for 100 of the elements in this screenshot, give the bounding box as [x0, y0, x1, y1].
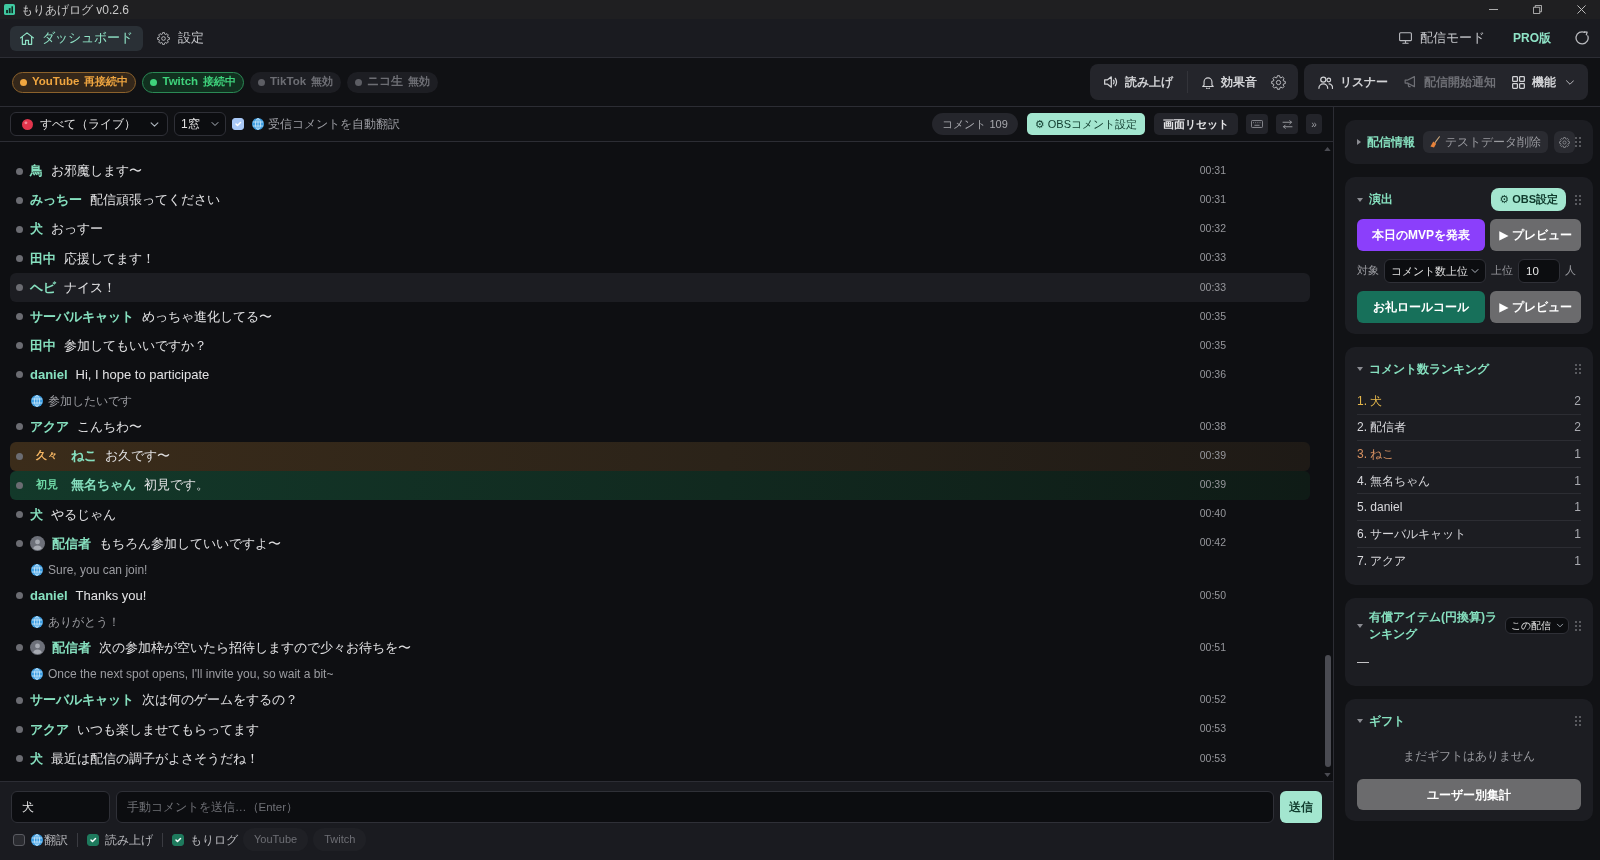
chat-message[interactable]: 鳥 お邪魔します〜 00:31 [10, 156, 1310, 186]
caret-down-icon[interactable] [1357, 719, 1363, 724]
globe-icon [31, 668, 43, 681]
pro-plan-button[interactable]: PRO版 [1513, 29, 1551, 47]
caret-down-icon[interactable] [1357, 367, 1363, 371]
name-field[interactable]: 犬 [11, 791, 110, 823]
reset-button[interactable]: 画面リセット [1154, 113, 1238, 135]
more-button[interactable]: » [1306, 114, 1322, 134]
platform-name: YouTube [32, 74, 80, 90]
bullet-icon [16, 696, 23, 704]
chat-message[interactable]: 久々 ねこ お久です〜 00:39 [10, 441, 1310, 471]
obs-settings-button[interactable]: ⚙ OBS設定 [1491, 188, 1566, 211]
platform-status: 接続中 [203, 74, 237, 90]
auto-translate-checkbox[interactable] [232, 118, 244, 130]
comment-field[interactable]: 手動コメントを送信…（Enter） [116, 791, 1274, 823]
grip-icon[interactable] [1575, 194, 1581, 205]
user-name: ヘビ [30, 278, 56, 297]
settings-icon[interactable] [1271, 74, 1286, 90]
top-count-field[interactable]: 10 [1518, 259, 1560, 283]
section-title[interactable]: 配信情報 [1367, 133, 1415, 151]
caret-down-icon[interactable] [1357, 623, 1363, 628]
clear-test-data-button[interactable]: テストデータ削除 [1423, 131, 1548, 153]
chat-message[interactable]: 配信者 次の参加枠が空いたら招待しますので少々お待ちを〜 00:51 [10, 633, 1310, 663]
message-text: ナイス！ [64, 278, 116, 297]
status-dot-icon [20, 78, 27, 86]
ranking-count: 2 [1574, 419, 1581, 437]
chat-message[interactable]: 犬 やるじゃん 00:40 [10, 499, 1310, 529]
chat-message[interactable]: アクア いつも楽しませてもらってます 00:53 [10, 714, 1310, 744]
stream-mode-button[interactable]: 配信モード [1399, 28, 1485, 48]
read-aloud-checkbox[interactable] [87, 833, 99, 846]
message-time: 00:39 [1199, 448, 1226, 464]
section-title[interactable]: コメント数ランキング [1369, 360, 1489, 378]
user-name: 犬 [30, 749, 43, 768]
user-name: サーバルキャット [30, 691, 134, 710]
caret-right-icon[interactable] [1357, 139, 1361, 145]
swap-arrows-icon [1281, 119, 1293, 129]
features-button[interactable]: 機能 [1504, 67, 1582, 97]
log-label: もりログ [190, 831, 238, 849]
ranking-count: 1 [1574, 499, 1581, 517]
chat-message[interactable]: サーバルキャット 次は何のゲームをするの？ 00:52 [10, 685, 1310, 715]
message-text: 配信頑張ってください [90, 191, 220, 210]
keyboard-button[interactable] [1246, 114, 1268, 134]
sound-effects-button[interactable]: 効果音 [1194, 67, 1265, 97]
preview-button[interactable]: ▶ プレビュー [1490, 291, 1581, 323]
bullet-icon [16, 371, 23, 379]
translate-checkbox[interactable] [13, 833, 25, 846]
chat-message[interactable]: 犬 おっすー 00:32 [10, 214, 1310, 244]
grip-icon[interactable] [1575, 137, 1581, 147]
restore-icon[interactable] [1532, 5, 1542, 14]
announce-mvp-button[interactable]: 本日のMVPを発表 [1357, 219, 1485, 251]
message-text: めっちゃ進化してる〜 [142, 307, 272, 326]
chat-message[interactable]: 犬 最近は配信の調子がよさそうだね！ 00:53 [10, 743, 1310, 773]
window-count-select[interactable]: 1窓 [174, 112, 226, 136]
message-text: 次は何のゲームをするの？ [142, 691, 298, 710]
listeners-button[interactable]: リスナー [1310, 67, 1396, 97]
grip-icon[interactable] [1575, 364, 1581, 374]
minimize-icon[interactable] [1488, 9, 1498, 10]
status-dot-icon [258, 78, 266, 86]
chat-message[interactable]: みっちー 配信頑張ってください 00:31 [10, 185, 1310, 215]
target-select[interactable]: コメント数上位 [1384, 259, 1486, 283]
ranking-count: 1 [1574, 525, 1581, 543]
nav-tab[interactable]: 設定 [147, 25, 214, 51]
preview-button[interactable]: ▶ プレビュー [1490, 219, 1581, 251]
section-title[interactable]: ギフト [1369, 712, 1405, 730]
chat-message[interactable]: サーバルキャット めっちゃ進化してる〜 00:35 [10, 301, 1310, 332]
globe-icon [31, 833, 43, 846]
bullet-icon [16, 452, 23, 460]
refresh-icon[interactable] [1575, 30, 1590, 46]
chat-message[interactable]: daniel Thanks you! 00:50 [10, 581, 1310, 611]
scope-select[interactable]: この配信 [1505, 617, 1569, 635]
bullet-icon [16, 283, 23, 291]
message-time: 00:38 [1199, 419, 1226, 435]
obs-settings-button[interactable]: ⚙ OBSコメント設定 [1026, 113, 1145, 135]
grip-icon[interactable] [1575, 716, 1581, 727]
caret-down-icon[interactable] [1357, 197, 1363, 202]
roll-call-button[interactable]: お礼ロールコール [1357, 291, 1485, 323]
read-aloud-button[interactable]: 読み上げ [1096, 67, 1181, 97]
chat-message[interactable]: 田中 参加してもいいですか？ 00:35 [10, 331, 1310, 361]
log-checkbox[interactable] [172, 833, 184, 846]
section-title[interactable]: 有償アイテム(円換算)ランキング [1369, 609, 1499, 643]
swap-button[interactable] [1276, 114, 1298, 134]
source-select[interactable]: すべて（ライブ） [10, 112, 168, 136]
nav-tab[interactable]: ダッシュボード [10, 25, 143, 51]
grip-icon[interactable] [1575, 620, 1581, 631]
settings-button[interactable] [1554, 131, 1575, 153]
section-title[interactable]: 演出 [1369, 191, 1393, 208]
chat-message[interactable]: 田中 応援してます！ 00:33 [10, 243, 1310, 273]
platform-status: 再接続中 [84, 74, 129, 90]
chat-message[interactable]: アクア こんちわ〜 00:38 [10, 412, 1310, 442]
chat-message[interactable]: 配信者 もちろん参加していいですよ〜 00:42 [10, 528, 1310, 558]
scrollbar-thumb[interactable] [1324, 655, 1331, 767]
visit-status-label: 久々 [36, 448, 58, 464]
send-button[interactable]: 送信 [1280, 791, 1322, 823]
per-user-summary-button[interactable]: ユーザー別集計 [1357, 779, 1581, 811]
close-icon[interactable] [1576, 5, 1586, 14]
message-text: 次の参加枠が空いたら招待しますので少々お待ちを〜 [99, 639, 411, 658]
chat-message[interactable]: 初見 無名ちゃん 初見です。 00:39 [10, 470, 1310, 500]
bullet-icon [16, 423, 23, 431]
chat-message[interactable]: ヘビ ナイス！ 00:33 [10, 272, 1310, 302]
chat-message[interactable]: daniel Hi, I hope to participate 00:36 [10, 360, 1310, 390]
